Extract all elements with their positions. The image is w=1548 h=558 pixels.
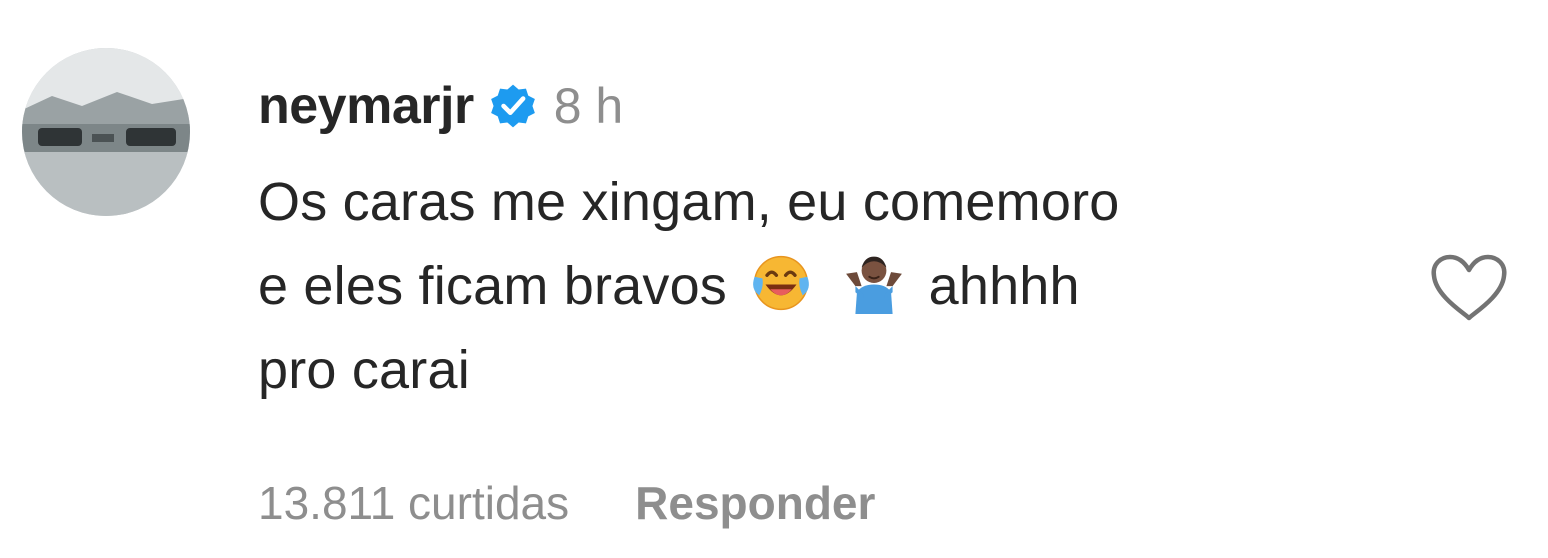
comment-text: Os caras me xingam, eu comemoro e eles f… [258, 160, 1408, 412]
comment-text-segment: e eles ficam bravos [258, 256, 727, 316]
comment-text-line: e eles ficam bravos ahhhh [258, 244, 1408, 328]
reply-button[interactable]: Responder [635, 476, 875, 530]
avatar[interactable] [22, 48, 190, 216]
face-with-tears-of-joy-icon [750, 252, 812, 314]
likes-count[interactable]: 13.811 curtidas [258, 476, 569, 530]
comment: neymarjr 8 h Os caras me xingam, eu come… [0, 0, 1548, 558]
username-link[interactable]: neymarjr [258, 76, 474, 136]
comment-header: neymarjr 8 h [258, 66, 623, 146]
heart-outline-icon [1431, 254, 1507, 321]
comment-text-line: Os caras me xingam, eu comemoro [258, 172, 1120, 232]
comment-footer: 13.811 curtidas Responder [258, 476, 875, 530]
verified-badge-icon [486, 79, 540, 133]
like-button[interactable] [1428, 252, 1510, 324]
comment-timestamp: 8 h [553, 78, 624, 134]
comment-text-segment: ahhhh [928, 256, 1080, 316]
comment-text-line: pro carai [258, 340, 470, 400]
person-shrugging-icon [843, 252, 905, 314]
